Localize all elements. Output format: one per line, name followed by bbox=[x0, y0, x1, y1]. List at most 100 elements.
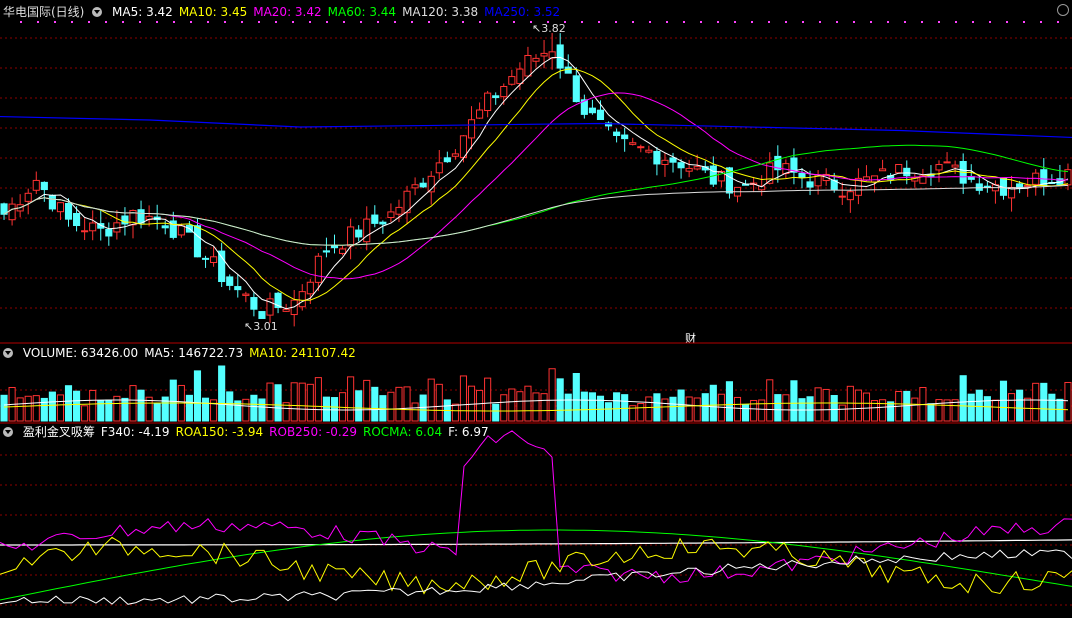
volume-bar bbox=[121, 397, 129, 422]
candle-body bbox=[355, 229, 363, 238]
volume-bar bbox=[1056, 398, 1064, 422]
volume-bar bbox=[822, 388, 830, 422]
top-dot bbox=[411, 21, 413, 23]
volume-bar bbox=[250, 394, 258, 422]
volume-bar bbox=[613, 392, 621, 422]
ma120-line bbox=[3, 184, 1069, 246]
volume-bar bbox=[24, 395, 32, 422]
candle-body bbox=[629, 142, 637, 145]
top-dot bbox=[649, 21, 651, 23]
volume-bar bbox=[677, 389, 685, 422]
candle-body bbox=[32, 179, 40, 191]
top-dot bbox=[156, 21, 158, 23]
volume-bar bbox=[459, 375, 468, 422]
candle-body bbox=[685, 167, 693, 172]
volume-bar bbox=[879, 399, 887, 422]
top-dot bbox=[224, 21, 226, 23]
f-line bbox=[0, 539, 1072, 546]
top-dot bbox=[20, 21, 22, 23]
top-dot bbox=[105, 21, 107, 23]
volume-bar bbox=[645, 396, 653, 422]
top-dot bbox=[785, 21, 787, 23]
volume-bar bbox=[830, 395, 838, 422]
candle-body bbox=[516, 68, 524, 85]
volume-bar bbox=[137, 389, 145, 422]
volume-bar bbox=[790, 380, 798, 422]
volume-bar bbox=[258, 398, 266, 422]
candle-body bbox=[306, 281, 314, 295]
top-dot bbox=[751, 21, 753, 23]
volume-bar bbox=[476, 389, 484, 422]
volume-bar bbox=[782, 394, 790, 422]
volume-bar bbox=[371, 386, 379, 422]
volume-bar bbox=[193, 370, 202, 422]
ma250-line bbox=[0, 115, 1072, 139]
candle-body bbox=[572, 75, 580, 103]
candle-body bbox=[242, 293, 250, 296]
top-dot bbox=[496, 21, 498, 23]
top-dot bbox=[241, 21, 243, 23]
top-dot bbox=[1006, 21, 1008, 23]
volume-bar bbox=[64, 385, 73, 422]
top-dot bbox=[598, 21, 600, 23]
candle-body bbox=[105, 228, 113, 237]
roa150-line bbox=[0, 536, 1072, 595]
f340-line bbox=[0, 549, 1072, 605]
top-dot bbox=[309, 21, 311, 23]
volume-bar bbox=[1032, 382, 1040, 422]
volume-bar bbox=[435, 383, 443, 422]
top-dot bbox=[190, 21, 192, 23]
top-dot bbox=[88, 21, 90, 23]
volume-bar bbox=[685, 396, 693, 422]
top-dot bbox=[904, 21, 906, 23]
volume-bar bbox=[1040, 382, 1048, 422]
volume-bar bbox=[540, 393, 548, 422]
volume-bar bbox=[661, 398, 669, 422]
candle-body bbox=[661, 159, 669, 165]
volume-bar bbox=[959, 375, 967, 422]
volume-bar bbox=[967, 393, 975, 422]
top-dot bbox=[1023, 21, 1025, 23]
top-dot bbox=[972, 21, 974, 23]
top-dot bbox=[700, 21, 702, 23]
volume-bar bbox=[81, 405, 89, 422]
volume-bar bbox=[330, 397, 339, 422]
volume-bar bbox=[32, 395, 40, 422]
candle-body bbox=[419, 182, 427, 188]
volume-bar bbox=[911, 397, 919, 422]
ma5-line bbox=[3, 56, 1069, 310]
top-dot bbox=[887, 21, 889, 23]
volume-bar bbox=[854, 389, 862, 422]
candle-body bbox=[653, 150, 661, 165]
candle-body bbox=[556, 44, 564, 69]
volume-bar bbox=[604, 402, 613, 422]
top-dot bbox=[139, 21, 141, 23]
volume-bar bbox=[484, 377, 492, 422]
candle-body bbox=[500, 85, 508, 98]
candle-body bbox=[838, 195, 846, 198]
candle-body bbox=[24, 192, 32, 202]
top-dot bbox=[513, 21, 515, 23]
top-dot bbox=[581, 21, 583, 23]
volume-bar bbox=[564, 393, 572, 422]
kline-chart[interactable] bbox=[0, 0, 1072, 618]
volume-bar bbox=[999, 380, 1008, 422]
volume-bar bbox=[0, 394, 8, 422]
candle-body bbox=[588, 107, 596, 114]
candle-body bbox=[540, 52, 548, 57]
volume-bar bbox=[814, 387, 822, 422]
candle-body bbox=[40, 181, 48, 191]
candle-body bbox=[524, 54, 532, 77]
volume-bar bbox=[846, 385, 854, 422]
volume-bar bbox=[975, 389, 983, 422]
volume-bar bbox=[500, 394, 508, 422]
candle-body bbox=[951, 164, 959, 168]
top-dot bbox=[870, 21, 872, 23]
candle-body bbox=[193, 225, 202, 258]
candle-body bbox=[201, 257, 210, 260]
candle-body bbox=[564, 66, 572, 74]
candle-body bbox=[56, 202, 65, 213]
candle-body bbox=[693, 166, 701, 170]
candle-body bbox=[596, 109, 605, 121]
candle-body bbox=[476, 109, 484, 119]
